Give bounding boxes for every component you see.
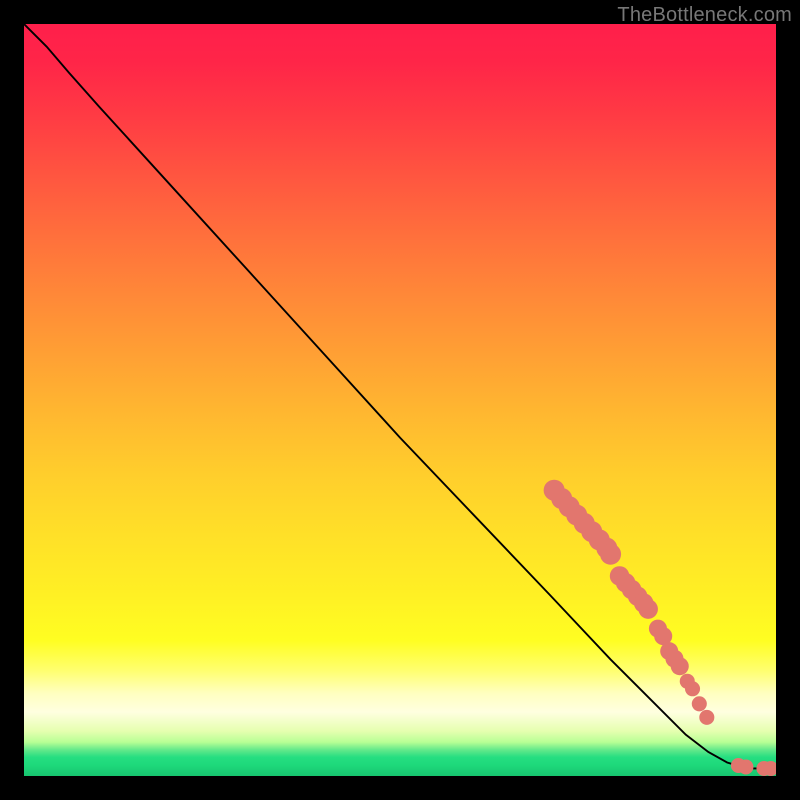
stage: TheBottleneck.com bbox=[0, 0, 800, 800]
data-marker bbox=[699, 710, 714, 725]
chart-background bbox=[24, 24, 776, 776]
chart-plot-area bbox=[24, 24, 776, 776]
data-marker bbox=[692, 696, 707, 711]
data-marker bbox=[738, 759, 753, 774]
data-marker bbox=[638, 599, 658, 619]
data-marker bbox=[671, 657, 689, 675]
data-marker bbox=[685, 681, 700, 696]
data-marker bbox=[600, 544, 621, 565]
chart-svg bbox=[24, 24, 776, 776]
watermark-text: TheBottleneck.com bbox=[617, 4, 792, 27]
